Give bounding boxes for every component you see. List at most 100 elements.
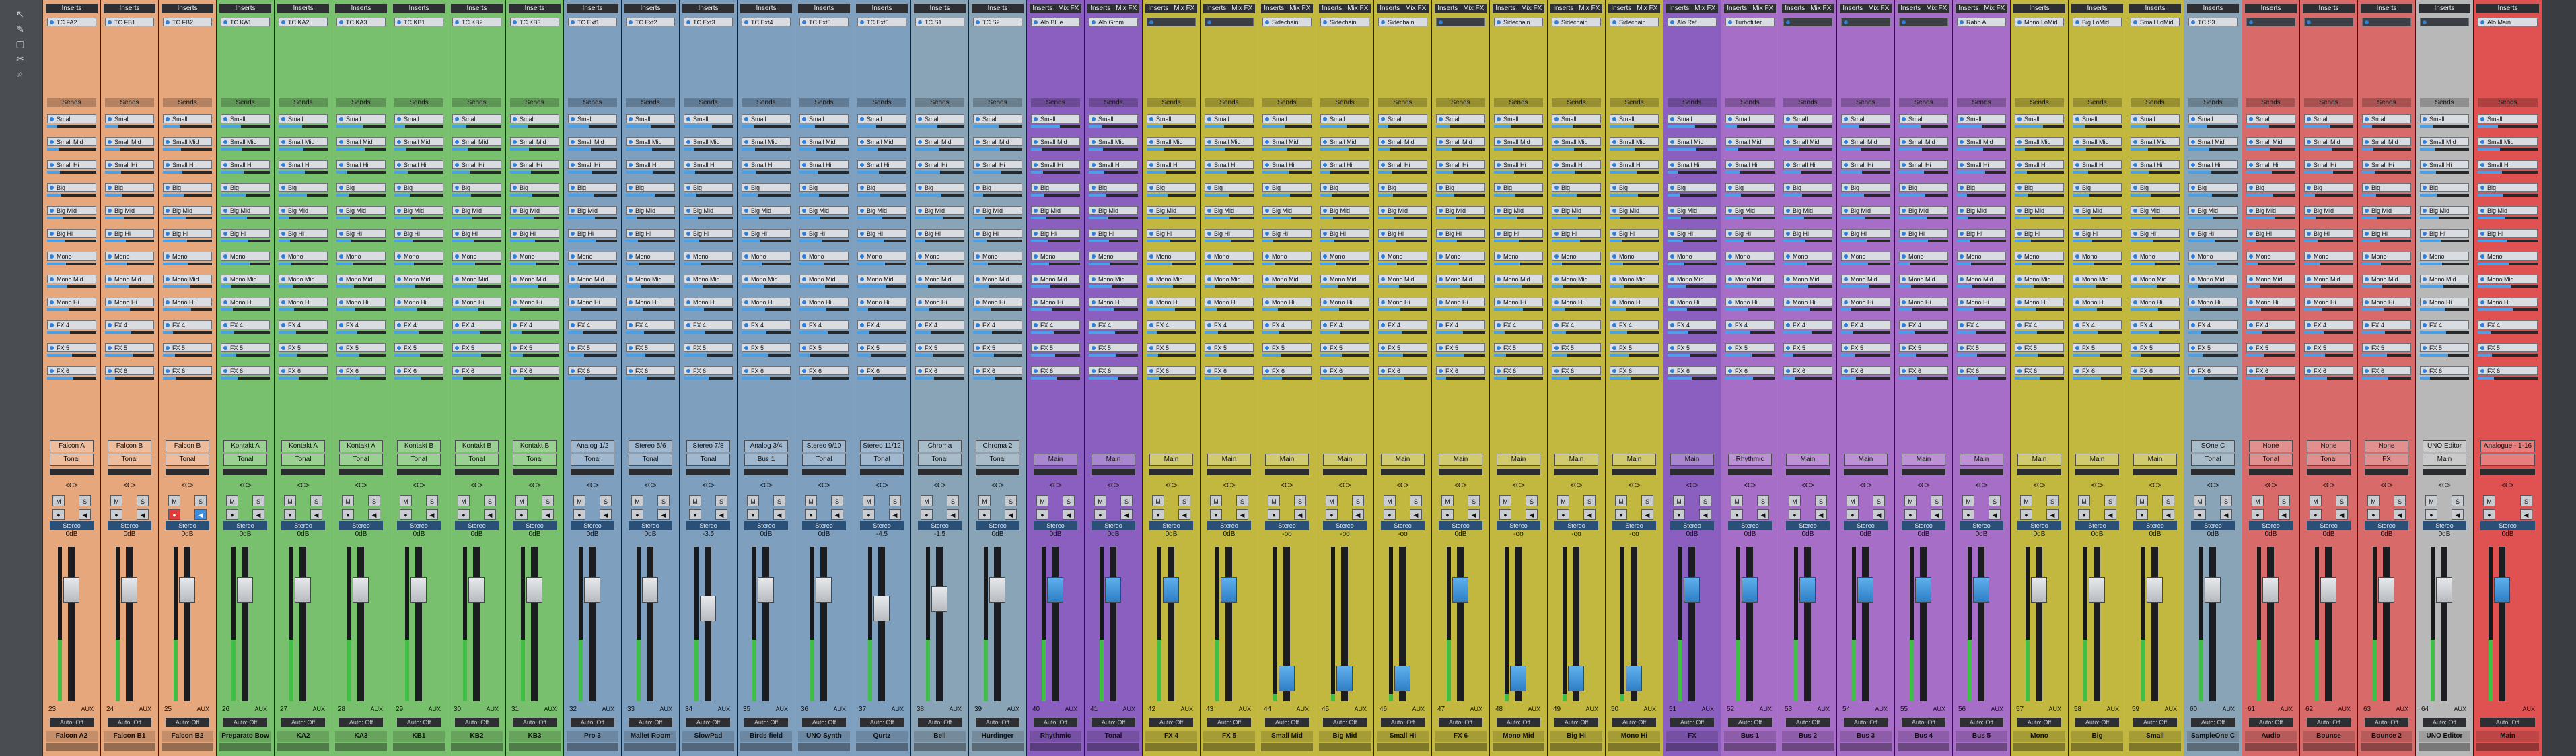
send-slot[interactable]: Small Mid — [47, 137, 96, 146]
send-level[interactable] — [105, 308, 154, 311]
send-slot[interactable]: Small Mid — [1783, 137, 1832, 146]
send-level[interactable] — [1610, 331, 1659, 334]
send-slot[interactable]: Mono — [626, 252, 675, 261]
send-slot[interactable]: Mono Mid — [1436, 275, 1485, 283]
send-slot[interactable]: FX 5 — [2478, 343, 2538, 352]
sends-header[interactable]: Sends — [1841, 98, 1890, 107]
mute-button[interactable]: M — [2310, 495, 2322, 506]
send-level[interactable] — [1899, 354, 1948, 357]
send-slot[interactable]: FX 5 — [2362, 343, 2411, 352]
send-slot[interactable]: Mono Mid — [105, 275, 154, 283]
send-level[interactable] — [2420, 308, 2469, 311]
send-level[interactable] — [2246, 263, 2295, 265]
inserts-label[interactable]: Inserts — [509, 4, 561, 13]
send-level[interactable] — [2073, 125, 2122, 128]
mute-button[interactable]: M — [2425, 495, 2437, 506]
send-level[interactable] — [2073, 263, 2122, 265]
send-slot[interactable]: Big Hi — [2420, 229, 2469, 238]
send-slot[interactable]: Big — [1841, 183, 1890, 192]
send-level[interactable] — [2188, 285, 2238, 288]
send-level[interactable] — [1668, 377, 1717, 380]
send-slot[interactable]: Big Hi — [1783, 229, 1832, 238]
send-slot[interactable]: Big — [2073, 183, 2122, 192]
send-level[interactable] — [336, 171, 386, 174]
insert-slot[interactable]: Mono LoMid — [2015, 18, 2064, 26]
send-slot[interactable]: Small Hi — [2420, 160, 2469, 169]
record-button[interactable]: ● — [458, 509, 470, 520]
fader-handle[interactable] — [1973, 577, 1989, 603]
send-level[interactable] — [1494, 263, 1543, 265]
send-slot[interactable]: Big Hi — [510, 229, 559, 238]
record-button[interactable]: ● — [689, 509, 701, 520]
send-level[interactable] — [799, 285, 849, 288]
stereo-mode[interactable]: Stereo — [50, 521, 94, 530]
send-slot[interactable]: Mono — [2420, 252, 2469, 261]
send-level[interactable] — [2188, 125, 2238, 128]
fader-track[interactable] — [820, 547, 827, 701]
channel-name[interactable]: UNO Editor — [2419, 731, 2470, 742]
send-slot[interactable]: Small Hi — [1031, 160, 1080, 169]
send-slot[interactable]: Small Mid — [2362, 137, 2411, 146]
send-level[interactable] — [2015, 125, 2064, 128]
send-level[interactable] — [1957, 354, 2006, 357]
send-slot[interactable]: FX 5 — [1089, 343, 1138, 352]
send-slot[interactable]: Small Mid — [684, 137, 733, 146]
inserts-label[interactable]: Inserts — [682, 4, 734, 13]
send-level[interactable] — [1147, 331, 1196, 334]
send-slot[interactable]: Mono Mid — [279, 275, 328, 283]
send-level[interactable] — [2015, 331, 2064, 334]
send-level[interactable] — [1957, 171, 2006, 174]
stereo-mode[interactable]: Stereo — [2191, 521, 2235, 530]
send-slot[interactable]: FX 4 — [1436, 320, 1485, 329]
automation-mode[interactable]: Auto: Off — [2423, 718, 2466, 727]
send-level[interactable] — [1957, 240, 2006, 242]
monitor-button[interactable]: ◀ — [310, 509, 322, 520]
fader-handle[interactable] — [63, 577, 79, 603]
send-level[interactable] — [510, 285, 559, 288]
send-level[interactable] — [915, 240, 964, 242]
stereo-mode[interactable]: Stereo — [918, 521, 962, 530]
send-level[interactable] — [742, 171, 791, 174]
send-slot[interactable]: Big Mid — [799, 206, 849, 215]
send-slot[interactable]: Small — [1725, 114, 1775, 123]
fader-handle[interactable] — [1279, 665, 1295, 691]
send-slot[interactable]: Small — [1147, 114, 1196, 123]
send-level[interactable] — [279, 354, 328, 357]
send-level[interactable] — [568, 125, 617, 128]
fader-handle[interactable] — [758, 577, 774, 603]
send-slot[interactable]: FX 4 — [2015, 320, 2064, 329]
channel-name[interactable]: Qurtz — [856, 731, 908, 742]
automation-mode[interactable]: Auto: Off — [513, 718, 557, 727]
send-slot[interactable]: Mono Mid — [568, 275, 617, 283]
send-slot[interactable]: FX 5 — [1899, 343, 1948, 352]
send-level[interactable] — [221, 354, 270, 357]
fader-handle[interactable] — [1163, 577, 1179, 603]
fader-track[interactable] — [2267, 547, 2274, 701]
send-slot[interactable]: Small — [47, 114, 96, 123]
output-selector[interactable]: Main — [1092, 454, 1135, 466]
send-slot[interactable]: Small Mid — [1899, 137, 1948, 146]
send-slot[interactable]: Mono Hi — [2188, 298, 2238, 306]
send-level[interactable] — [1494, 171, 1543, 174]
channel-name[interactable]: Main — [2476, 731, 2539, 742]
channel-name[interactable]: Rhythmic — [1030, 731, 1081, 742]
sends-header[interactable]: Sends — [2246, 98, 2295, 107]
send-level[interactable] — [1031, 217, 1080, 219]
mute-button[interactable]: M — [1673, 495, 1685, 506]
send-slot[interactable]: Mono Hi — [2073, 298, 2122, 306]
send-level[interactable] — [742, 217, 791, 219]
solo-button[interactable]: S — [2336, 495, 2348, 506]
send-slot[interactable]: FX 4 — [684, 320, 733, 329]
send-level[interactable] — [568, 217, 617, 219]
solo-button[interactable]: S — [1873, 495, 1885, 506]
send-slot[interactable]: Mono Hi — [1378, 298, 1427, 306]
send-slot[interactable]: Mono Mid — [2188, 275, 2238, 283]
inserts-label[interactable]: Inserts — [1030, 4, 1056, 13]
send-slot[interactable]: Big Hi — [2131, 229, 2180, 238]
send-slot[interactable]: Big Mid — [1841, 206, 1890, 215]
send-level[interactable] — [1378, 148, 1427, 151]
send-slot[interactable]: FX 5 — [279, 343, 328, 352]
output-selector[interactable]: Tonal — [397, 454, 441, 466]
fader-handle[interactable] — [2494, 577, 2510, 603]
input-selector[interactable]: Kontakt A — [223, 440, 267, 452]
